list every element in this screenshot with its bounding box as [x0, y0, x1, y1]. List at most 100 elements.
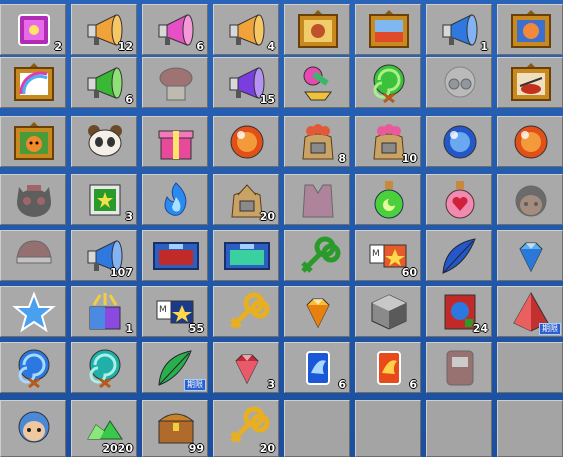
inventory-slot[interactable]: [497, 4, 563, 55]
pink-megaphone-icon: [151, 9, 201, 51]
inventory-slot[interactable]: [0, 230, 66, 281]
inventory-slot[interactable]: [284, 230, 350, 281]
inventory-slot[interactable]: [355, 286, 421, 337]
inventory-slot[interactable]: 4: [213, 4, 279, 55]
inventory-slot-empty[interactable]: [426, 400, 492, 457]
inventory-slot[interactable]: [284, 286, 350, 337]
inventory-slot[interactable]: [213, 230, 279, 281]
inventory-slot[interactable]: 1: [71, 286, 137, 337]
inventory-slot[interactable]: [0, 286, 66, 337]
framed-bear-picture-icon: [293, 9, 343, 51]
inventory-slot[interactable]: 2020: [71, 400, 137, 457]
inventory-slot[interactable]: 10: [355, 116, 421, 167]
inventory-slot[interactable]: 期限: [142, 342, 208, 393]
inventory-slot[interactable]: [142, 174, 208, 225]
red-crab-gift-icon: [151, 62, 201, 104]
gold-key-icon: [222, 405, 272, 447]
orange-megaphone-icon: [222, 9, 272, 51]
inventory-slot[interactable]: [142, 116, 208, 167]
item-quantity: 107: [110, 266, 133, 279]
framed-horse-picture-icon: [506, 9, 556, 51]
inventory-slot[interactable]: [142, 230, 208, 281]
inventory-slot[interactable]: 期限: [497, 286, 563, 337]
inventory-slot[interactable]: [0, 400, 66, 457]
inventory-slot[interactable]: M 60: [355, 230, 421, 281]
grey-hair-glasses-icon: [435, 62, 485, 104]
inventory-slot[interactable]: [0, 57, 66, 108]
green-lollipop-icon: [364, 62, 414, 104]
inventory-slot[interactable]: [355, 57, 421, 108]
inventory-slot[interactable]: 6: [284, 342, 350, 393]
inventory-slot[interactable]: M 55: [142, 286, 208, 337]
inventory-slot[interactable]: 1: [426, 4, 492, 55]
inventory-slot-empty[interactable]: [497, 342, 563, 393]
inventory-slot[interactable]: [355, 4, 421, 55]
inventory-slot[interactable]: 3: [213, 342, 279, 393]
inventory-slot[interactable]: [497, 116, 563, 167]
inventory-slot[interactable]: 6: [355, 342, 421, 393]
inventory-slot[interactable]: 24: [426, 286, 492, 337]
black-hair-head-icon: [506, 179, 556, 221]
inventory-slot[interactable]: [284, 57, 350, 108]
red-ticket-card-icon: [151, 235, 201, 277]
inventory-slot[interactable]: [497, 57, 563, 108]
inventory-slot[interactable]: [426, 174, 492, 225]
inventory-slot[interactable]: [0, 342, 66, 393]
inventory-slot-empty[interactable]: [284, 400, 350, 457]
inventory-slot[interactable]: [284, 174, 350, 225]
crab-sack-icon: [293, 121, 343, 163]
item-quantity: 6: [125, 93, 133, 106]
red-furniture-icon: [435, 347, 485, 389]
orange-orb-icon: [506, 121, 556, 163]
blue-wing-card-icon: [293, 347, 343, 389]
item-quantity: 60: [401, 266, 417, 279]
inventory-slot[interactable]: [0, 116, 66, 167]
time-limited-badge: 期限: [184, 379, 206, 391]
item-quantity: 8: [338, 152, 346, 165]
inventory-slot[interactable]: [284, 4, 350, 55]
inventory-slot[interactable]: [426, 230, 492, 281]
inventory-slot[interactable]: 15: [213, 57, 279, 108]
green-clover-key-icon: [293, 235, 343, 277]
inventory-slot[interactable]: 8: [284, 116, 350, 167]
inventory-slot[interactable]: [71, 342, 137, 393]
inventory-slot-empty[interactable]: [355, 400, 421, 457]
silver-cube-icon: [364, 291, 414, 333]
inventory-slot[interactable]: 20: [213, 400, 279, 457]
inventory-slot[interactable]: [426, 57, 492, 108]
framed-rainbow-picture-icon: [9, 62, 59, 104]
inventory-slot[interactable]: [426, 116, 492, 167]
inventory-slot[interactable]: 99: [142, 400, 208, 457]
inventory-slot[interactable]: [71, 116, 137, 167]
inventory-slot[interactable]: [213, 286, 279, 337]
inventory-slot[interactable]: [426, 342, 492, 393]
inventory-slot[interactable]: [355, 174, 421, 225]
inventory-slot[interactable]: 20: [213, 174, 279, 225]
inventory-slot[interactable]: 3: [71, 174, 137, 225]
inventory-slot[interactable]: 2: [0, 4, 66, 55]
blue-ticket-card-icon: [222, 235, 272, 277]
blue-orb-icon: [435, 121, 485, 163]
green-star-card-icon: [80, 179, 130, 221]
orange-gem-icon: [293, 291, 343, 333]
inventory-slot[interactable]: 6: [71, 57, 137, 108]
green-megaphone-icon: [80, 62, 130, 104]
inventory-slot-empty[interactable]: [497, 400, 563, 457]
inventory-slot[interactable]: [142, 57, 208, 108]
panda-head-icon: [80, 121, 130, 163]
item-quantity: 6: [409, 378, 417, 391]
item-quantity: 12: [117, 40, 133, 53]
inventory-slot[interactable]: 12: [71, 4, 137, 55]
inventory-slot[interactable]: [213, 116, 279, 167]
inventory-slot[interactable]: [497, 174, 563, 225]
inventory-slot[interactable]: [497, 230, 563, 281]
inventory-slot[interactable]: 107: [71, 230, 137, 281]
time-limited-badge: 期限: [539, 323, 561, 335]
green-potion-icon: [364, 179, 414, 221]
blue-bear-head-icon: [9, 405, 59, 447]
item-quantity: 99: [188, 442, 204, 455]
inventory-slot[interactable]: [0, 174, 66, 225]
rainbow-gift-box-icon: [80, 291, 130, 333]
teal-swirl-lollipop-icon: [80, 347, 130, 389]
inventory-slot[interactable]: 6: [142, 4, 208, 55]
